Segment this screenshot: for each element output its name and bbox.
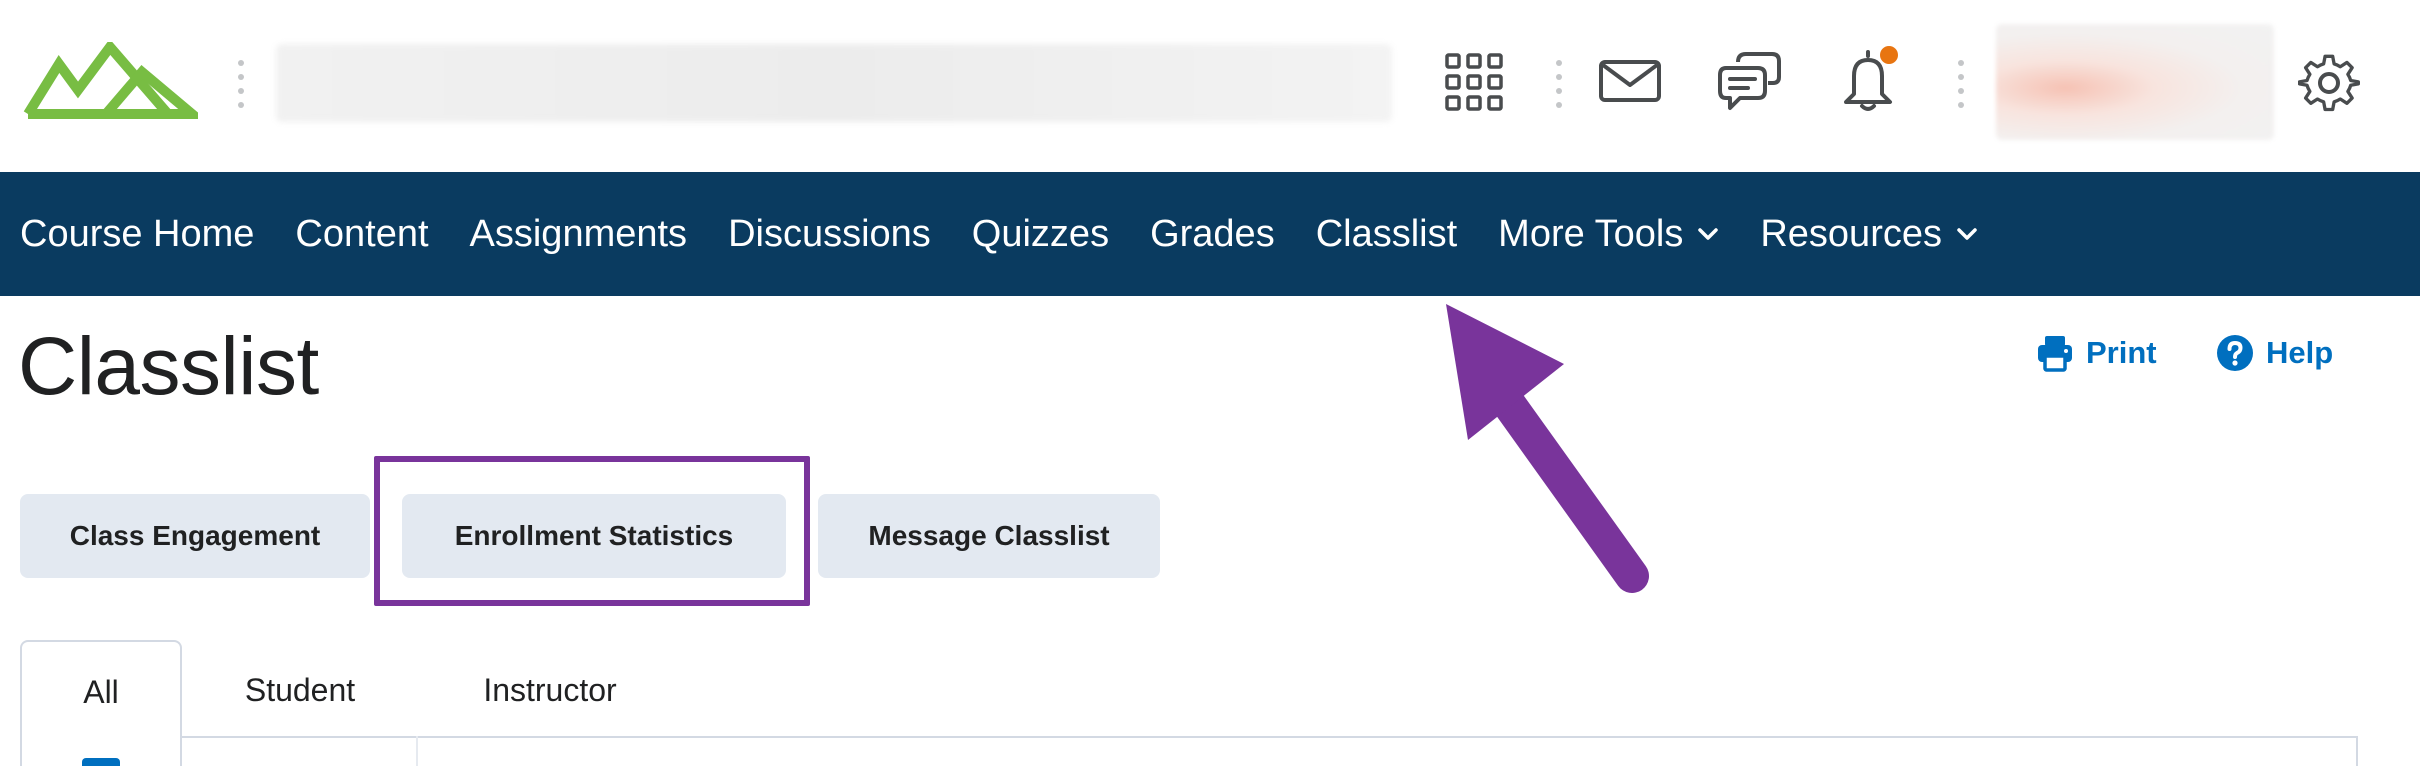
nav-course-home[interactable]: Course Home (20, 213, 254, 256)
message-classlist-button[interactable]: Message Classlist (818, 494, 1160, 578)
printer-icon (2038, 336, 2072, 372)
tab-label: Instructor (483, 672, 617, 708)
tab-divider (416, 736, 418, 766)
print-label: Print (2086, 335, 2157, 370)
course-navbar: Course Home Content Assignments Discussi… (0, 172, 2420, 296)
org-name-blurred (276, 44, 1392, 122)
nav-discussions[interactable]: Discussions (728, 213, 931, 256)
notification-dot (1878, 44, 1900, 66)
tab-all[interactable]: All (20, 640, 182, 766)
nav-assignments[interactable]: Assignments (470, 213, 688, 256)
active-tab-indicator (82, 758, 120, 766)
tabs-border (2356, 736, 2358, 766)
help-label: Help (2266, 335, 2334, 370)
tab-label: Student (244, 672, 356, 708)
nav-label: Assignments (469, 212, 688, 255)
nav-label: Content (295, 212, 429, 255)
chat-bubbles-icon[interactable] (1718, 50, 1782, 114)
nav-grades[interactable]: Grades (1150, 213, 1275, 256)
print-link[interactable]: Print (2036, 334, 2157, 372)
waffle-grid-icon[interactable] (1444, 52, 1504, 112)
nav-label: Resources (1760, 212, 1942, 255)
mail-icon[interactable] (1598, 58, 1662, 104)
annotation-arrow (1446, 304, 1649, 593)
help-link[interactable]: Help (2216, 334, 2333, 372)
class-engagement-button[interactable]: Class Engagement (20, 494, 370, 578)
page-title: Classlist (18, 321, 319, 412)
nav-label: Grades (1150, 212, 1275, 255)
tab-label: All (83, 674, 119, 710)
mountain-logo-icon[interactable] (22, 39, 206, 120)
header-divider (1556, 60, 1562, 108)
nav-label: More Tools (1498, 212, 1684, 255)
user-profile-blurred[interactable] (1996, 24, 2274, 140)
nav-resources[interactable]: Resources (1760, 213, 1978, 256)
nav-classlist[interactable]: Classlist (1316, 213, 1457, 256)
nav-content[interactable]: Content (295, 213, 428, 256)
nav-more-tools[interactable]: More Tools (1498, 213, 1719, 256)
help-circle-icon (2217, 335, 2253, 371)
nav-label: Quizzes (971, 212, 1110, 255)
tab-instructor[interactable]: Instructor (440, 640, 660, 766)
chevron-down-icon (1697, 227, 1719, 241)
nav-label: Course Home (20, 212, 255, 255)
bell-icon[interactable] (1840, 44, 1900, 112)
tab-student[interactable]: Student (200, 640, 400, 766)
top-header (0, 0, 2420, 172)
enrollment-statistics-button[interactable]: Enrollment Statistics (402, 494, 786, 578)
chevron-down-icon (1956, 227, 1978, 241)
nav-label: Classlist (1315, 212, 1458, 255)
nav-label: Discussions (728, 212, 931, 255)
nav-quizzes[interactable]: Quizzes (972, 213, 1109, 256)
header-divider (1958, 60, 1964, 108)
gear-icon[interactable] (2298, 52, 2360, 114)
header-divider (238, 60, 244, 108)
